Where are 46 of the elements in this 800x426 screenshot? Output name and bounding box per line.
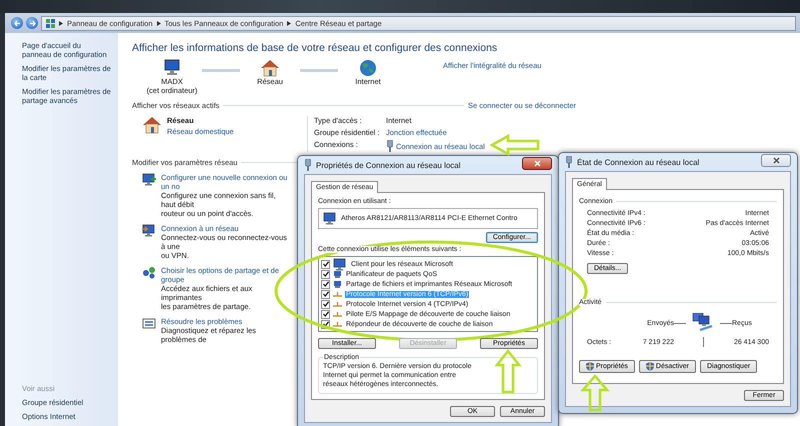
monitor-arrow-icon	[142, 224, 156, 237]
network-link-icon	[333, 320, 342, 328]
shield-icon	[646, 362, 654, 371]
checkbox[interactable]	[321, 290, 330, 298]
dialog-title: Propriétés de Connexion au réseau local	[316, 160, 462, 170]
computer-icon	[162, 59, 182, 77]
annotation-arrow	[580, 374, 610, 412]
forward-button[interactable]	[26, 17, 38, 29]
checkbox[interactable]	[321, 300, 330, 308]
globe-icon	[358, 59, 378, 77]
control-panel-icon	[46, 18, 55, 28]
network-link-icon	[333, 290, 342, 298]
monitor-plus-icon	[142, 173, 156, 186]
network-link-icon	[333, 310, 342, 318]
annotation-arrow	[494, 348, 522, 394]
plug-icon	[304, 159, 312, 171]
close-button[interactable]	[522, 157, 552, 170]
dialog-title: État de Connexion au réseau local	[577, 158, 700, 166]
back-button[interactable]	[11, 17, 23, 29]
house-icon	[260, 59, 280, 77]
house-icon	[142, 116, 162, 134]
network-service-icon	[333, 270, 342, 278]
checkbox[interactable]	[321, 260, 330, 268]
monitor-icon	[323, 212, 337, 225]
shield-icon	[586, 362, 594, 371]
chevron-icon	[287, 20, 292, 26]
chevron-icon	[156, 20, 160, 26]
back-arrow-icon	[14, 20, 20, 26]
annotation-arrow	[489, 134, 540, 156]
network-service-icon	[333, 280, 342, 288]
plug-icon	[386, 140, 394, 152]
network-nodes-icon	[142, 266, 156, 279]
connection-line	[202, 69, 240, 72]
checkbox[interactable]	[321, 270, 330, 278]
plug-icon	[565, 156, 573, 168]
network-link-icon	[333, 300, 342, 308]
window-icon	[142, 317, 156, 330]
forward-arrow-icon	[28, 20, 36, 26]
page-title: Afficher les informations de base de votre réseau et configurer des connexions	[132, 42, 498, 54]
connection-line	[300, 69, 338, 72]
chevron-icon	[59, 20, 63, 26]
close-button[interactable]	[761, 154, 791, 167]
close-icon	[772, 157, 780, 164]
checkbox[interactable]	[321, 310, 330, 318]
close-icon	[534, 160, 540, 167]
checkbox[interactable]	[321, 280, 330, 288]
